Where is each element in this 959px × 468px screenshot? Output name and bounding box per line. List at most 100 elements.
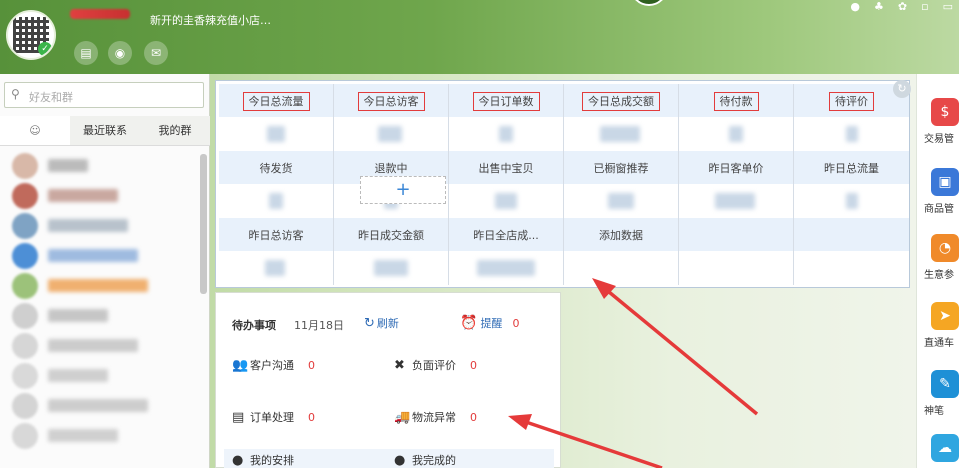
todo-my-completed[interactable]: ● 我完成的: [394, 452, 456, 468]
toolbar-item-business[interactable]: ◔ 生意参: [917, 234, 959, 294]
list-item[interactable]: [6, 333, 196, 359]
stat-value: [219, 184, 334, 218]
todo-refresh-button[interactable]: ↻ 刷新: [364, 315, 399, 331]
contact-name-redacted: [48, 309, 108, 322]
mail-icon[interactable]: ✉: [144, 41, 168, 65]
alarm-clock-icon: ⏰: [460, 315, 478, 331]
list-item[interactable]: [6, 273, 196, 299]
value-redacted: [846, 126, 858, 142]
stat-today-traffic[interactable]: 今日总流量: [219, 84, 334, 117]
order-list-icon: ▤: [232, 410, 245, 425]
todo-remind-button[interactable]: ⏰ 提醒 0: [460, 315, 519, 331]
todo-date: 11月18日: [294, 319, 344, 332]
list-item[interactable]: [6, 393, 196, 419]
todo-item-label: 客户沟通: [250, 359, 294, 372]
stat-label: 出售中宝贝: [478, 162, 534, 175]
center-tab-icon[interactable]: [630, 0, 668, 6]
stat-pending-review[interactable]: 待评价: [794, 84, 909, 117]
toolbar-item-ztc[interactable]: ➤ 直通车: [917, 302, 959, 362]
list-item[interactable]: [6, 363, 196, 389]
todo-order-processing[interactable]: ▤ 订单处理 0: [232, 409, 315, 425]
grid-refresh-icon[interactable]: ↻: [893, 80, 911, 98]
stat-label: 今日总成交额: [582, 92, 660, 111]
contact-name-redacted: [48, 249, 138, 262]
tab-groups[interactable]: 我的群: [140, 116, 210, 145]
todo-my-schedule[interactable]: ● 我的安排: [232, 452, 294, 468]
stat-yesterday-visitors[interactable]: 昨日总访客: [219, 218, 334, 251]
shirt-icon[interactable]: ♣: [874, 0, 884, 13]
value-redacted: [495, 193, 517, 209]
tab-recent[interactable]: 最近联系: [70, 116, 140, 145]
contact-avatar: [12, 213, 38, 239]
stat-today-orders[interactable]: 今日订单数: [449, 84, 564, 117]
magic-pen-icon: ✎: [931, 370, 959, 398]
value-redacted: [499, 126, 513, 142]
contact-list[interactable]: [0, 147, 200, 468]
todo-customer-communication[interactable]: 👥 客户沟通 0: [232, 357, 315, 373]
stats-grid: 今日总流量 今日总访客 今日订单数 今日总成交额 待付款 待评价 待发货 退款中…: [215, 80, 910, 288]
stat-value: [679, 184, 794, 218]
contact-name-redacted: [48, 189, 118, 202]
stat-value: [449, 251, 564, 285]
value-redacted: [267, 126, 285, 142]
stat-label: 昨日总流量: [824, 162, 879, 175]
stat-yesterday-gmv[interactable]: 昨日成交金额: [334, 218, 449, 251]
toolbar-item-goods[interactable]: ▣ 商品管: [917, 168, 959, 228]
stat-on-sale[interactable]: 出售中宝贝: [449, 151, 564, 184]
contact-name-redacted: [48, 159, 88, 172]
contact-card-icon[interactable]: ▤: [74, 41, 98, 65]
settings-icon[interactable]: ●: [850, 0, 860, 13]
contact-name-redacted: [48, 429, 118, 442]
empty-cell: [679, 251, 794, 285]
list-item[interactable]: [6, 243, 196, 269]
person-icon: ☺: [29, 124, 41, 137]
stat-yesterday-store[interactable]: 昨日全店成...: [449, 218, 564, 251]
signature-text[interactable]: 新开的圭香辣充值小店…: [150, 12, 271, 28]
toolbar-item-shenbi[interactable]: ✎ 神笔: [917, 370, 959, 430]
nickname-redacted: [70, 9, 130, 19]
empty-cell: [679, 218, 794, 251]
cloud-icon: ☁: [931, 434, 959, 462]
stat-window-recommended[interactable]: 已橱窗推荐: [564, 151, 679, 184]
contacts-scrollbar[interactable]: [200, 154, 207, 294]
stat-to-ship[interactable]: 待发货: [219, 151, 334, 184]
toolbar-item-label: 直通车: [924, 338, 954, 349]
contacts-panel: ⚲ 好友和群 ☺ 最近联系 我的群: [0, 74, 210, 468]
contact-avatar: [12, 303, 38, 329]
contact-name-redacted: [48, 339, 138, 352]
todo-negative-review[interactable]: ✖ 负面评价 0: [394, 357, 477, 373]
user-avatar[interactable]: ✓: [6, 10, 56, 60]
list-item[interactable]: [6, 303, 196, 329]
minimize-icon[interactable]: ▫: [921, 0, 928, 13]
tab-friends[interactable]: ☺: [0, 116, 70, 145]
person-icon: ●: [232, 453, 244, 468]
stat-yesterday-traffic[interactable]: 昨日总流量: [794, 151, 909, 184]
todo-logistics-exception[interactable]: 🚚 物流异常 0: [394, 409, 477, 425]
window-controls: ● ♣ ✿ ▫ ▭: [850, 0, 953, 13]
express-car-icon: ➤: [931, 302, 959, 330]
search-input[interactable]: ⚲ 好友和群: [4, 82, 204, 108]
add-data-header[interactable]: 添加数据: [564, 218, 679, 251]
add-data-button[interactable]: +: [360, 176, 446, 204]
stat-yesterday-aov[interactable]: 昨日客单价: [679, 151, 794, 184]
list-item[interactable]: [6, 153, 196, 179]
stat-value: [334, 251, 449, 285]
gear-icon[interactable]: ✿: [898, 0, 907, 13]
value-redacted: [715, 193, 755, 209]
contact-name-redacted: [48, 399, 148, 412]
contact-avatar: [12, 243, 38, 269]
list-item[interactable]: [6, 183, 196, 209]
stat-today-visitors[interactable]: 今日总访客: [334, 84, 449, 117]
list-item[interactable]: [6, 423, 196, 449]
list-item[interactable]: [6, 213, 196, 239]
maximize-icon[interactable]: ▭: [943, 0, 953, 13]
contact-avatar: [12, 153, 38, 179]
stat-pending-payment[interactable]: 待付款: [679, 84, 794, 117]
stat-today-gmv[interactable]: 今日总成交额: [564, 84, 679, 117]
app-icon[interactable]: ◉: [108, 41, 132, 65]
contact-avatar: [12, 423, 38, 449]
goods-icon: ▣: [931, 168, 959, 196]
toolbar-item-trade[interactable]: $ 交易管: [917, 98, 959, 158]
search-icon: ⚲: [11, 87, 20, 101]
toolbar-item-cloud[interactable]: ☁: [917, 434, 959, 468]
